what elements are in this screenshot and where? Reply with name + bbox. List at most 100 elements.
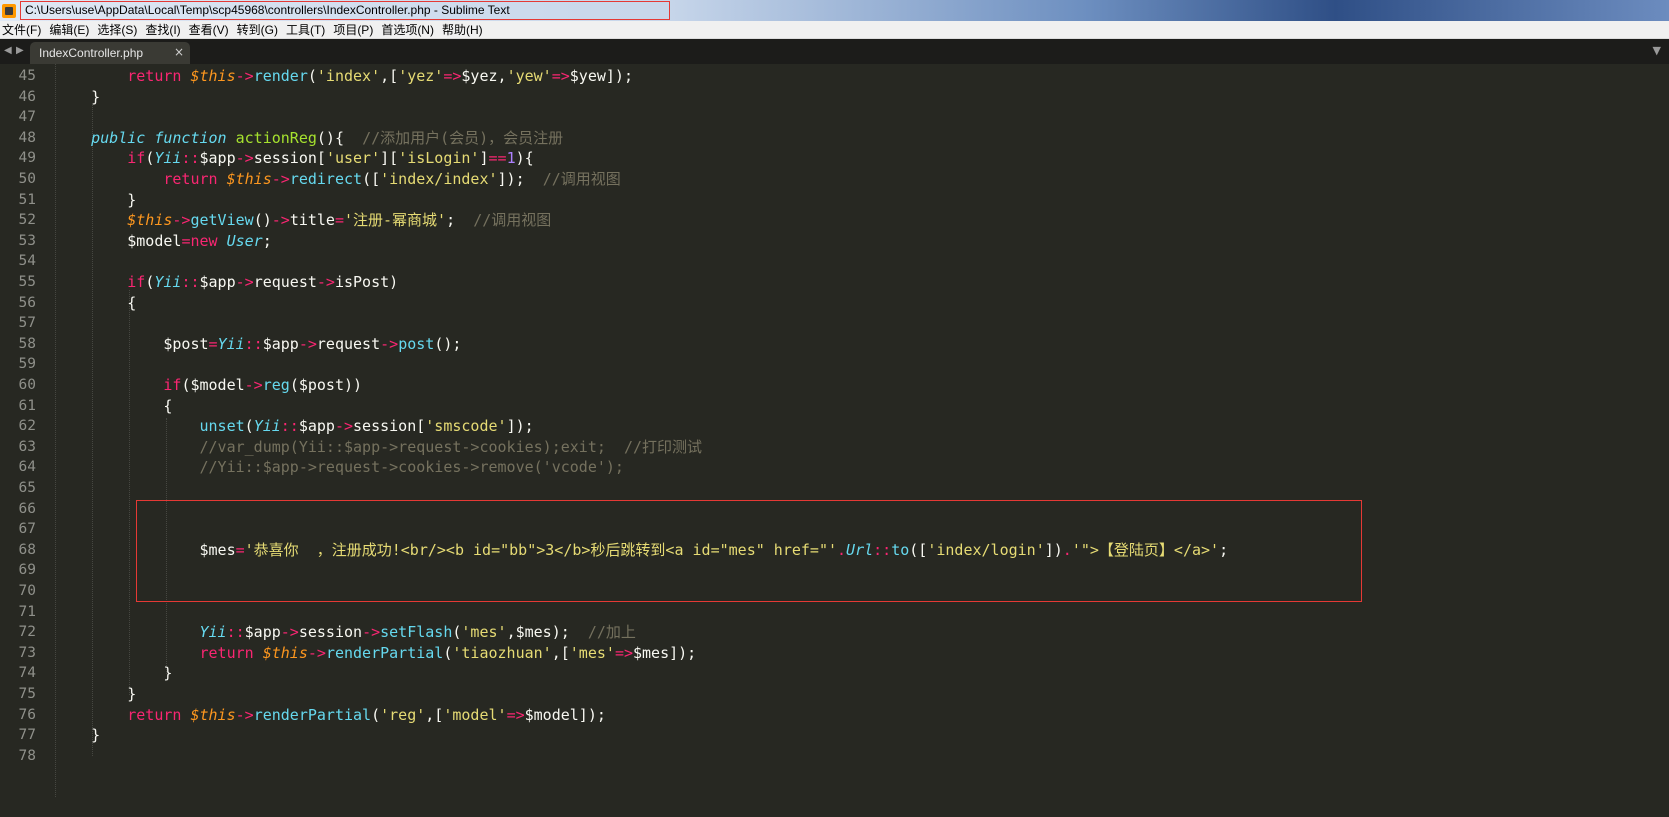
code-token: unset [199,417,245,436]
line-number: 54 [18,253,36,270]
code-token: } [55,87,101,106]
code-token: 'smscode' [425,417,507,436]
code-token: Url [846,540,874,559]
code-token: 'user' [325,149,381,168]
code-token: //添加用户(会员)，会员注册 [362,128,564,147]
code-token: ; [1219,540,1229,559]
line-number: 74 [18,665,36,682]
code-token: -> [280,623,299,642]
tab-list-dropdown-icon[interactable]: ▼ [1653,44,1661,57]
code-token: :: [181,273,200,291]
menu-bar: 文件(F) 编辑(E) 选择(S) 查找(I) 查看(V) 转到(G) 工具(T) 项目(P)… [0,21,1669,39]
code-token: 'tiaozhuan' [452,643,552,662]
menu-item[interactable]: 选择(S) [95,21,143,38]
code-token: post [398,334,435,353]
code-token: (); [434,334,462,353]
next-tab-icon[interactable]: ▶ [16,45,24,56]
code-token: ( [371,705,381,724]
code-editor[interactable]: 45 return $this->render('index',['yez'=>… [0,64,1669,817]
code-line: } [55,684,136,704]
code-token: redirect [289,170,363,188]
code-token: request [253,273,317,291]
code-token: ]); [506,417,534,436]
title-bar: C:\Users\use\AppData\Local\Temp\scp45968… [0,0,1669,21]
menu-item[interactable]: 项目(P) [331,21,379,38]
menu-item[interactable]: 编辑(E) [47,21,95,38]
line-number: 77 [18,727,36,744]
prev-tab-icon[interactable]: ◀ [4,45,12,56]
code-token: ; [446,211,474,230]
code-token: renderPartial [253,705,372,724]
line-number: 46 [18,88,36,105]
code-token: '">【登陆页】</a>' [1071,540,1220,559]
code-token: ($post)) [289,376,363,394]
code-token: } [55,726,101,745]
code-token: Yii [154,273,182,291]
code-token: ([ [909,540,928,559]
close-icon[interactable]: × [174,45,184,59]
code-token: 'yew' [506,67,552,85]
line-number: 50 [18,171,36,187]
code-line: public function actionReg(){ //添加用户(会员)，… [55,128,563,148]
line-number: 58 [18,335,36,352]
code-token: if [163,376,182,394]
code-line: return $this->renderPartial('reg',['mode… [55,705,606,725]
code-line: return $this->render('index',['yez'=>$ye… [55,66,633,86]
code-line: } [55,190,136,210]
code-token: ; [262,231,272,250]
line-number: 69 [18,562,36,579]
menu-item[interactable]: 帮助(H) [440,21,489,38]
menu-item[interactable]: 查找(I) [143,21,186,38]
menu-item[interactable]: 转到(G) [235,21,284,38]
code-token: -> [235,705,254,724]
code-token: $mes]); [633,643,697,662]
code-token: -> [235,67,254,85]
code-line: if($model->reg($post)) [55,375,362,395]
code-line: { [55,396,172,416]
code-token: $app [199,149,236,168]
code-token: { [55,293,137,312]
code-token: -> [244,376,263,394]
code-line: return $this->renderPartial('tiaozhuan',… [55,643,697,663]
code-token: 'yez' [398,67,444,85]
code-token: ] [479,149,489,168]
line-number: 70 [18,583,36,599]
code-token: ]); [497,170,543,188]
menu-item[interactable]: 首选项(N) [379,21,440,38]
code-token: request [316,334,381,353]
code-token: //调用视图 [473,211,552,230]
menu-item[interactable]: 工具(T) [284,21,331,38]
code-line: if(Yii::$app->request->isPost) [55,272,398,292]
menu-item[interactable]: 查看(V) [187,21,235,38]
code-token: actionReg [235,128,317,147]
line-number: 68 [18,541,36,558]
code-token: $mes [55,540,236,559]
code-token: '恭喜你 ，注册成功!<br/><b id="bb">3</b>秒后跳转到<a … [244,540,838,559]
code-token: 'index/index' [380,170,498,188]
line-number: 56 [18,294,36,311]
code-token: :: [226,623,245,642]
menu-item[interactable]: 文件(F) [0,21,47,38]
code-token: { [55,396,173,415]
code-token: => [551,67,570,85]
code-line: unset(Yii::$app->session['smscode']); [55,416,534,436]
line-number: 51 [18,191,36,208]
code-token: = [208,334,218,353]
code-token: } [55,190,137,209]
code-token: session[ [353,417,426,436]
code-token: title [289,211,335,230]
tab-indexcontroller[interactable]: IndexController.php × [30,42,190,64]
line-number: 63 [18,438,36,455]
code-token: $app [298,417,335,436]
line-number: 64 [18,459,36,476]
code-token: return [127,705,191,724]
code-token: Yii [199,623,227,642]
code-line: $mes='恭喜你 ，注册成功!<br/><b id="bb">3</b>秒后跳… [55,540,1228,560]
line-number: 67 [18,521,36,538]
